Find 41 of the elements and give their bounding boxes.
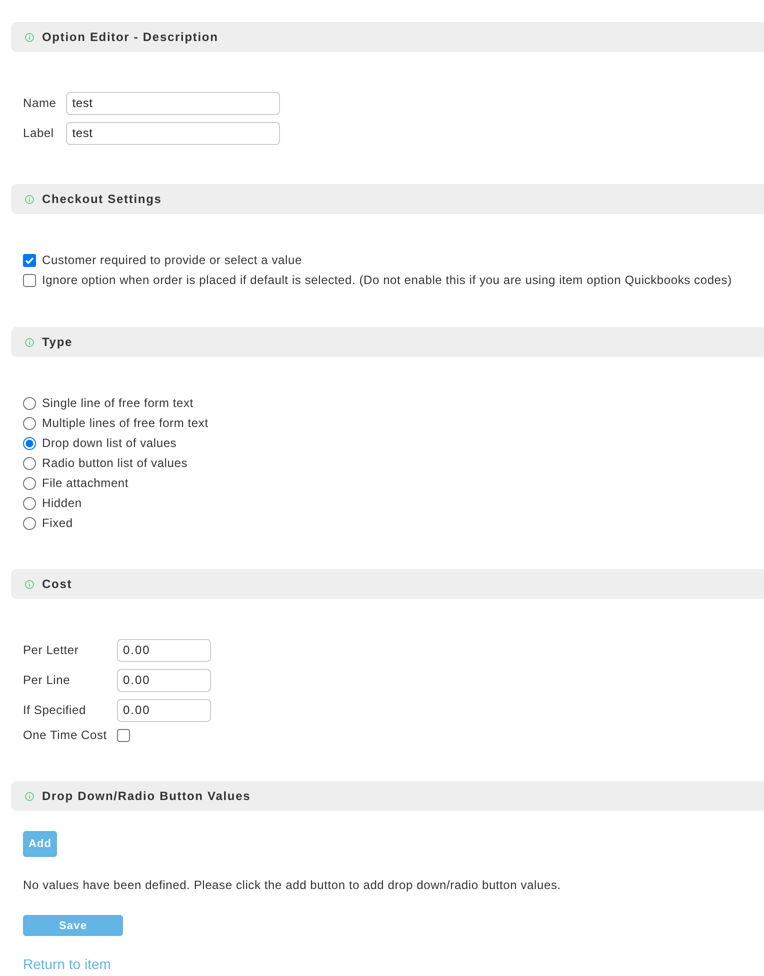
input-field[interactable]: 0.00 (116, 668, 211, 692)
info-icon (25, 338, 34, 346)
radio-label: File attachment (42, 476, 129, 490)
section-title: Cost (42, 577, 72, 591)
radio-button[interactable] (23, 416, 36, 430)
field-label: Label (23, 125, 55, 142)
input-field[interactable]: test (66, 122, 280, 144)
info-icon (25, 32, 34, 42)
field-label: Per Letter (23, 642, 80, 659)
section-title: Checkout Settings (42, 192, 162, 206)
section-title: Option Editor - Description (42, 30, 218, 44)
radio-label: Radio button list of values (42, 456, 188, 470)
radio-label: Multiple lines of free form text (42, 416, 208, 430)
radio-button[interactable] (23, 396, 36, 410)
info-icon (25, 194, 34, 204)
info-icon (25, 792, 34, 800)
radio-button[interactable] (23, 496, 36, 510)
checkbox[interactable] (23, 254, 36, 266)
radio-label: Drop down list of values (42, 436, 177, 450)
input-field[interactable]: 0.00 (116, 638, 211, 662)
section-title: Type (42, 335, 73, 349)
radio-label: Single line of free form text (42, 396, 194, 410)
radio-label: Hidden (42, 496, 82, 510)
field-label: One Time Cost (23, 727, 107, 744)
info-icon (25, 580, 34, 588)
field-label: Name (23, 95, 56, 112)
section-title: Drop Down/Radio Button Values (42, 789, 251, 803)
field-label: Per Line (23, 672, 72, 689)
input-field[interactable]: test (66, 92, 280, 114)
radio-button[interactable] (23, 516, 36, 530)
empty-message: No values have been defined. Please click the add button to add drop down/radio button values. (23, 878, 562, 892)
radio-label: Fixed (42, 516, 73, 530)
radio-button[interactable] (23, 436, 36, 450)
checkbox-label: Customer required to provide or select a value (42, 253, 302, 267)
checkbox[interactable] (23, 274, 36, 286)
checkbox[interactable] (116, 728, 130, 742)
checkbox-label: Ignore option when order is placed if default is selected. (Do not enable this if you are using item option Quickbooks codes) (42, 273, 732, 287)
radio-button[interactable] (23, 456, 36, 470)
input-field[interactable]: 0.00 (116, 698, 211, 722)
field-label: If Specified (23, 702, 87, 719)
radio-button[interactable] (23, 476, 36, 490)
